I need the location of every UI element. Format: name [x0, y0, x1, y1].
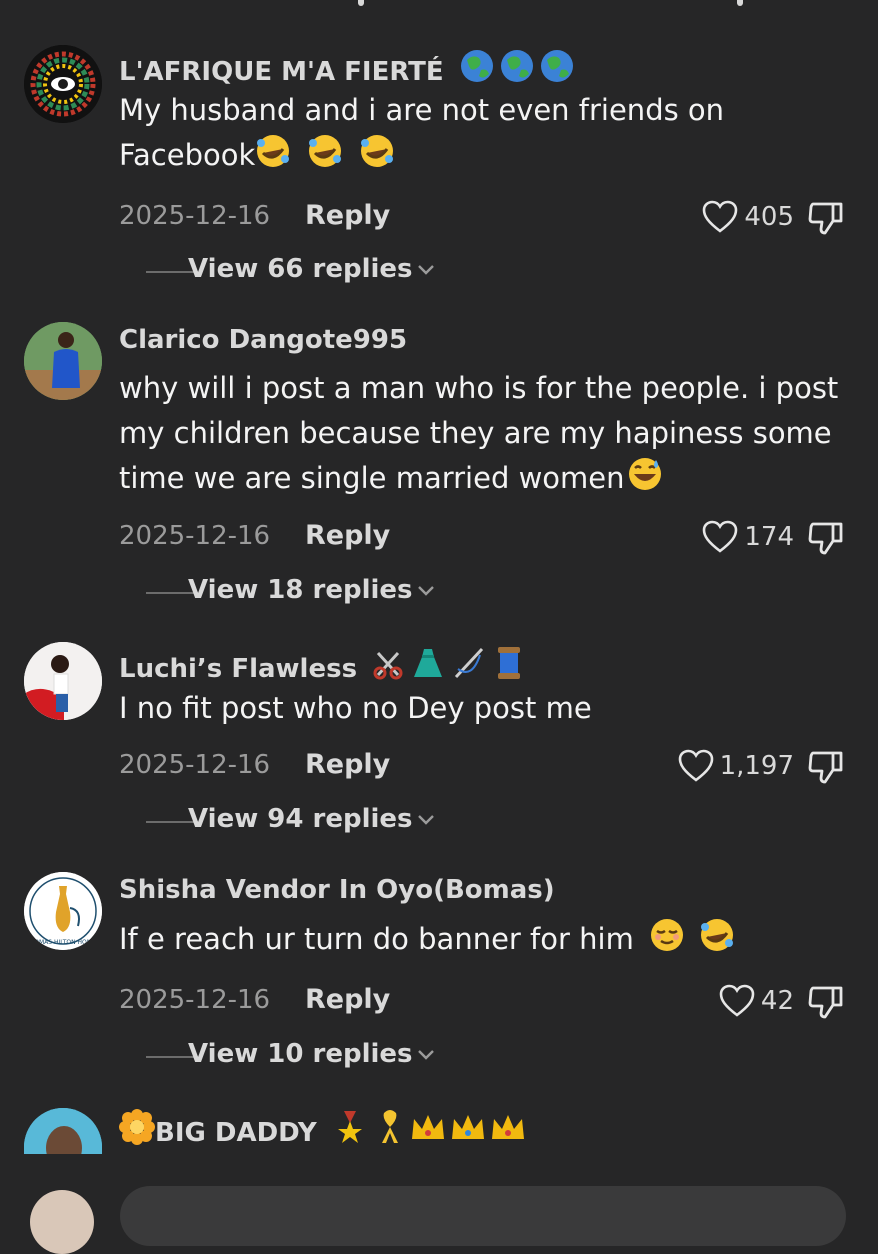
reply-button[interactable]: Reply [305, 200, 390, 231]
comment-meta: 2025-12-16 Reply 1,197 [119, 748, 859, 790]
heart-icon [719, 984, 755, 1017]
comment-text: I no fit post who no Dey post me [119, 691, 592, 725]
view-replies-button[interactable]: View 10 replies [146, 1036, 546, 1076]
like-button[interactable]: 405 [702, 197, 794, 237]
comment-date: 2025-12-16 [119, 750, 271, 780]
grin-sweat-emoji-icon [625, 456, 665, 505]
avatar[interactable] [24, 322, 102, 400]
reply-button[interactable]: Reply [305, 749, 390, 780]
avatar[interactable] [24, 1108, 102, 1154]
rosette-icon [119, 1109, 155, 1152]
comment-text: why will i post a man who is for the peo… [119, 366, 844, 505]
dislike-icon[interactable] [807, 748, 845, 786]
dislike-icon[interactable] [807, 199, 845, 237]
comment-username[interactable]: Clarico Dangote995 [119, 325, 407, 355]
avatar[interactable] [24, 45, 102, 123]
chevron-down-icon [417, 264, 434, 275]
comment-date: 2025-12-16 [119, 521, 271, 551]
like-count: 42 [760, 986, 794, 1016]
chevron-down-icon [417, 1049, 434, 1060]
view-replies-button[interactable]: View 94 replies [146, 801, 546, 841]
like-count: 1,197 [719, 751, 794, 781]
chevron-down-icon [417, 814, 434, 825]
like-button[interactable]: 42 [719, 981, 794, 1021]
clipped-previous-text [0, 0, 878, 10]
add-comment-input[interactable] [120, 1186, 846, 1246]
tailoring-emoji-icon [372, 645, 528, 688]
comment-meta: 2025-12-16 Reply 174 [119, 519, 859, 561]
comment-username[interactable]: Shisha Vendor In Oyo(Bomas) [119, 875, 555, 905]
dislike-icon[interactable] [807, 519, 845, 557]
like-count: 405 [744, 202, 794, 232]
avatar[interactable]: BOMAS HILTON HOME [24, 872, 102, 950]
heart-icon [703, 520, 738, 553]
reply-button[interactable]: Reply [305, 984, 390, 1015]
avatar-logo-text: BOMAS HILTON HOME [30, 939, 96, 946]
relieved-rofl-emoji-icon [649, 917, 741, 966]
heart-icon [678, 749, 713, 782]
like-button[interactable]: 174 [702, 517, 794, 557]
comment-username[interactable]: Luchi’s Flawless [119, 645, 528, 688]
reply-button[interactable]: Reply [305, 520, 390, 551]
comment-date: 2025-12-16 [119, 201, 271, 231]
dislike-icon[interactable] [807, 983, 845, 1021]
view-replies-button[interactable]: View 18 replies [146, 572, 546, 612]
view-replies-button[interactable]: View 66 replies [146, 251, 546, 291]
comment-text: If e reach ur turn do banner for him [119, 917, 839, 966]
like-button[interactable]: 1,197 [678, 746, 794, 786]
heart-icon [703, 200, 738, 233]
comment-meta: 2025-12-16 Reply 405 [119, 199, 859, 241]
like-count: 174 [744, 522, 794, 552]
comment-username[interactable]: BIG DADDY [119, 1109, 544, 1152]
globe-icon [459, 48, 577, 91]
rofl-emoji-icon [255, 133, 403, 182]
comment-username[interactable]: L'AFRIQUE M'A FIERTÉ [119, 48, 577, 91]
comment-text: My husband and i are not even friends on… [119, 88, 759, 182]
chevron-down-icon [417, 585, 434, 596]
medal-ribbon-crowns-icon [334, 1109, 544, 1152]
comment-meta: 2025-12-16 Reply 42 [119, 983, 859, 1025]
comment-date: 2025-12-16 [119, 985, 271, 1015]
avatar[interactable] [24, 642, 102, 720]
